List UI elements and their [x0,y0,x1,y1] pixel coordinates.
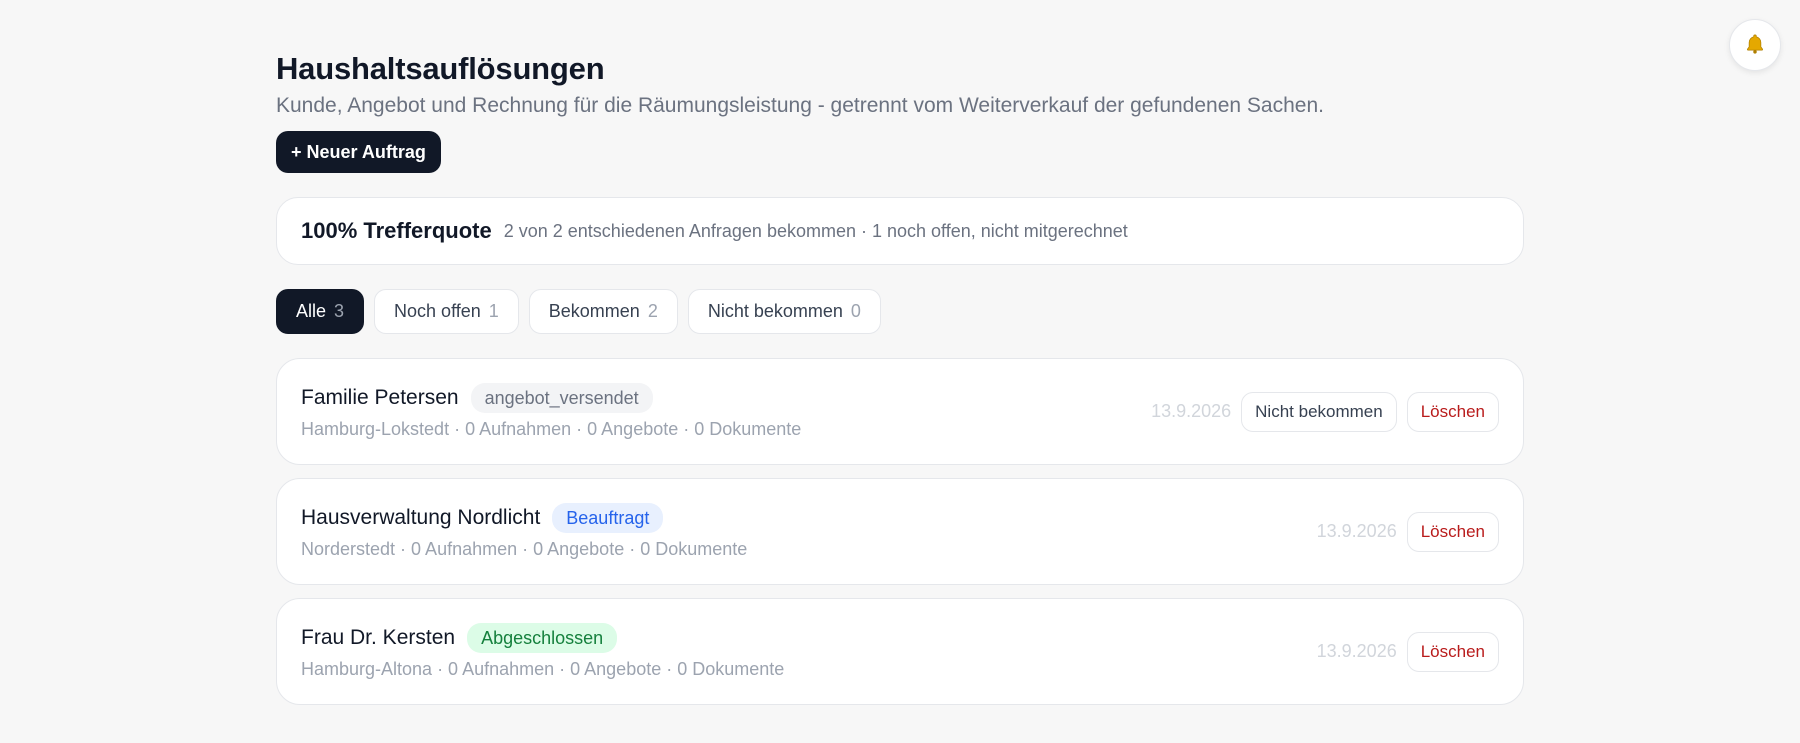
page-title: Haushaltsauflösungen [276,51,605,86]
order-meta: Hamburg-Lokstedt · 0 Aufnahmen · 0 Angeb… [301,419,802,439]
filter-tab-all[interactable]: Alle 3 [276,289,365,334]
filter-tab-label: Alle [296,301,327,321]
order-list: Familie Petersen angebot_versendet Hambu… [276,358,1524,705]
order-name: Familie Petersen [301,386,459,409]
status-badge: Abgeschlossen [467,623,618,653]
filter-tab-count: 3 [334,301,345,321]
hit-rate-description: 2 von 2 entschiedenen Anfragen bekommen … [503,220,1128,241]
filter-tab-count: 0 [850,301,861,321]
order-meta: Hamburg-Altona · 0 Aufnahmen · 0 Angebot… [301,659,785,679]
order-name: Frau Dr. Kersten [301,626,456,649]
filter-tab-not-won[interactable]: Nicht bekommen 0 [687,289,881,334]
mark-not-won-button[interactable]: Nicht bekommen [1241,391,1397,432]
main-content: Haushaltsauflösungen Kunde, Angebot und … [276,48,1524,705]
order-date: 13.9.2026 [1316,641,1397,661]
filter-tab-open[interactable]: Noch offen 1 [374,289,519,334]
order-card[interactable]: Familie Petersen angebot_versendet Hambu… [276,358,1524,465]
filter-tab-label: Noch offen [394,301,481,321]
notifications-button[interactable] [1729,19,1781,71]
order-name: Hausverwaltung Nordlicht [301,506,541,529]
order-card[interactable]: Hausverwaltung Nordlicht Beauftragt Nord… [276,478,1524,585]
filter-tab-count: 1 [488,301,499,321]
filter-tabs: Alle 3 Noch offen 1 Bekommen 2 Nicht bek… [276,289,1524,334]
page-subtitle: Kunde, Angebot und Rechnung für die Räum… [276,94,1324,117]
order-meta: Norderstedt · 0 Aufnahmen · 0 Angebote ·… [301,539,748,559]
new-order-button[interactable]: + Neuer Auftrag [276,131,441,173]
delete-button[interactable]: Löschen [1406,511,1499,552]
filter-tab-label: Nicht bekommen [707,301,843,321]
filter-tab-won[interactable]: Bekommen 2 [528,289,678,334]
status-badge: angebot_versendet [470,383,653,413]
order-date: 13.9.2026 [1151,401,1232,421]
status-badge: Beauftragt [552,503,664,533]
delete-button[interactable]: Löschen [1406,391,1499,432]
order-date: 13.9.2026 [1316,521,1397,541]
order-card[interactable]: Frau Dr. Kersten Abgeschlossen Hamburg-A… [276,598,1524,705]
bell-icon [1744,33,1766,58]
filter-tab-label: Bekommen [548,301,640,321]
hit-rate-card: 100% Trefferquote 2 von 2 entschiedenen … [276,197,1524,265]
hit-rate-value: 100% Trefferquote [301,218,492,243]
delete-button[interactable]: Löschen [1406,631,1499,672]
filter-tab-count: 2 [647,301,658,321]
